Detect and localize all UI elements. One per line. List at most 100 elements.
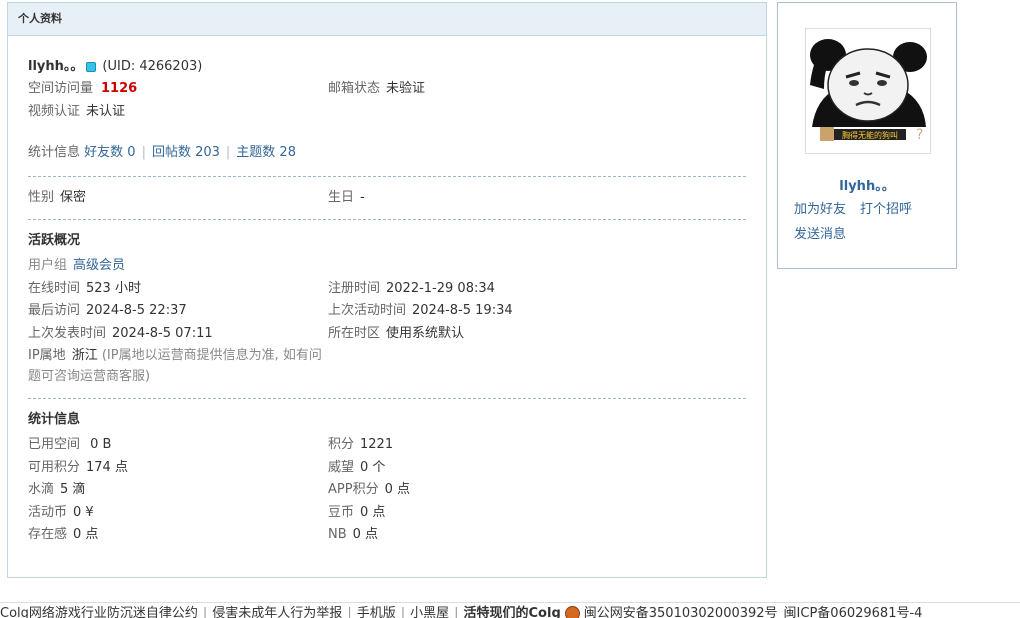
gender-value: 保密 — [60, 189, 87, 205]
online-status-icon — [86, 61, 97, 72]
stats-label: 统计信息 — [28, 145, 81, 160]
footer-link-police-record[interactable]: 闽公网安备35010302000392号 — [584, 606, 778, 618]
views-row: 空间访问量 1126 邮箱状态 未验证 — [28, 78, 746, 101]
space-views-count: 1126 — [101, 81, 138, 96]
panel-body: llyhh。。 (UID: 4266203) 空间访问量 1126 邮箱状态 未验证 … — [8, 56, 766, 547]
ip-row: IP属地 浙江 (IP属地以运营商提供信息为准, 如有问题可咨询运营商客服) — [28, 345, 328, 387]
stat-value: 0 ¥ — [73, 504, 94, 520]
online-row: 在线时间 523 小时 注册时间 2022-1-29 08:34 — [28, 278, 746, 301]
statistics-grid: 已用空间 0 B 积分 1221 可用积分 174 点 威望 0 个 水滴 5 滴 AP… — [28, 434, 746, 547]
visit-row: 最后访问 2024-8-5 22:37 上次活动时间 2024-8-5 19:34 — [28, 300, 746, 323]
stat-label: 豆币 — [328, 504, 355, 520]
email-status-label: 邮箱状态 — [328, 81, 381, 96]
stat-value: 5 滴 — [60, 482, 86, 497]
uid: (UID: 4266203) — [102, 59, 203, 74]
stat-label: 水滴 — [28, 482, 55, 497]
statistics-row: 水滴 5 滴 APP积分 0 点 — [28, 479, 746, 502]
divider: | — [141, 145, 146, 160]
footer-link-blackroom[interactable]: 小黑屋 — [410, 606, 449, 618]
video-auth-label: 视频认证 — [28, 103, 81, 119]
gender-label: 性别 — [28, 189, 55, 205]
police-badge-icon — [564, 606, 580, 618]
stat-label: 存在感 — [28, 527, 68, 542]
stat-value: 0 B — [86, 437, 112, 452]
statistics-row: 已用空间 0 B 积分 1221 — [28, 434, 746, 457]
topics-count-link[interactable]: 主题数 28 — [236, 145, 296, 160]
footer-link-icp[interactable]: 闽ICP备06029681号-4 — [784, 606, 923, 618]
avatar-caption: 胸得无能的狗叫 — [842, 130, 898, 140]
birthday-value: - — [360, 189, 365, 205]
basic-row: 性别 保密 生日 - — [28, 187, 746, 210]
separator — [28, 398, 746, 399]
stats-links-row: 统计信息 好友数 0 | 回帖数 203 | 主题数 28 — [28, 142, 746, 165]
divider: | — [225, 145, 231, 160]
last-visit-value: 2024-8-5 22:37 — [86, 303, 187, 318]
register-time-value: 2022-1-29 08:34 — [386, 280, 495, 296]
panel-title: 个人资料 — [8, 3, 766, 36]
last-active-value: 2024-8-5 19:34 — [412, 303, 513, 318]
stat-label: 可用积分 — [28, 459, 81, 475]
birthday-label: 生日 — [328, 189, 355, 205]
group-row: 用户组 高级会员 — [28, 255, 746, 278]
video-row: 视频认证 未认证 — [28, 101, 746, 124]
post-row: 上次发表时间 2024-8-5 07:11 所在时区 使用系统默认 — [28, 323, 746, 346]
divider: | — [202, 606, 208, 618]
username: llyhh。。 — [28, 59, 84, 74]
stat-label: NB — [328, 527, 347, 542]
footer: Colg网络游戏行业防沉迷自律公约 | 侵害未成年人行为举报 | 手机版 | 小黑屋 | 活特现… — [0, 602, 1020, 618]
stat-value: 0 点 — [352, 527, 379, 542]
friends-count-link[interactable]: 好友数 0 — [84, 145, 135, 160]
user-actions: 加为好友 打个招呼 发送消息 — [794, 197, 926, 247]
ip-location-label: IP属地 — [28, 348, 66, 363]
footer-link-mobile[interactable]: 手机版 — [357, 606, 396, 618]
statistics-row: 存在感 0 点 NB 0 点 — [28, 524, 746, 547]
divider: | — [347, 606, 352, 618]
footer-link-report[interactable]: 侵害未成年人行为举报 — [212, 606, 342, 618]
stat-label: 威望 — [328, 459, 355, 475]
register-time-label: 注册时间 — [328, 280, 381, 296]
separator — [28, 175, 746, 177]
space-views-label: 空间访问量 — [28, 81, 94, 96]
video-auth-value: 未认证 — [86, 103, 126, 119]
stat-label: 积分 — [328, 437, 355, 452]
footer-link-colg[interactable]: 活特现们的Colg — [464, 606, 561, 618]
add-friend-link[interactable]: 加为好友 — [794, 202, 846, 217]
sidebar-username[interactable]: llyhh。。 — [778, 175, 956, 194]
footer-link-antiaddiction[interactable]: Colg网络游戏行业防沉迷自律公约 — [0, 606, 198, 618]
profile-panel: 个人资料 llyhh。。 (UID: 4266203) 空间访问量 1126 邮箱状… — [7, 2, 767, 578]
statistics-row: 可用积分 174 点 威望 0 个 — [28, 457, 746, 480]
email-status-value: 未验证 — [386, 81, 426, 96]
last-post-value: 2024-8-5 07:11 — [112, 325, 213, 341]
online-time-value: 523 小时 — [86, 280, 141, 296]
divider: | — [454, 606, 459, 618]
last-visit-label: 最后访问 — [28, 303, 81, 318]
statistics-row: 活动币 0 ¥ 豆币 0 点 — [28, 502, 746, 525]
stat-label: 已用空间 — [28, 437, 81, 452]
timezone-value: 使用系统默认 — [386, 325, 465, 341]
last-active-label: 上次活动时间 — [328, 303, 407, 318]
activity-title: 活跃概况 — [28, 233, 81, 248]
last-post-label: 上次发表时间 — [28, 325, 107, 341]
divider: | — [400, 606, 406, 618]
say-hello-link[interactable]: 打个招呼 — [860, 202, 912, 217]
online-time-label: 在线时间 — [28, 280, 81, 296]
stat-value: 0 点 — [73, 527, 99, 542]
user-group-link[interactable]: 高级会员 — [73, 258, 125, 273]
user-card: 胸得无能的狗叫 ? llyhh。。 加为好友 打个招呼 发送消息 — [777, 2, 957, 269]
stat-value: 0 点 — [384, 482, 410, 497]
timezone-label: 所在时区 — [328, 325, 381, 341]
stat-value: 174 点 — [86, 459, 128, 475]
avatar-image: 胸得无能的狗叫 ? — [806, 29, 930, 153]
ip-location-value: 浙江 — [71, 348, 98, 363]
statistics-title: 统计信息 — [28, 412, 81, 427]
stat-value: 1221 — [360, 437, 394, 452]
name-line: llyhh。。 (UID: 4266203) — [28, 56, 746, 78]
send-message-link[interactable]: 发送消息 — [794, 227, 846, 242]
svg-text:?: ? — [916, 127, 923, 143]
replies-count-link[interactable]: 回帖数 203 — [152, 145, 220, 160]
stat-value: 0 点 — [360, 504, 386, 520]
stat-label: 活动币 — [28, 504, 68, 520]
stat-label: APP积分 — [328, 482, 379, 497]
avatar[interactable]: 胸得无能的狗叫 ? — [805, 28, 931, 154]
stat-value: 0 个 — [360, 459, 386, 475]
